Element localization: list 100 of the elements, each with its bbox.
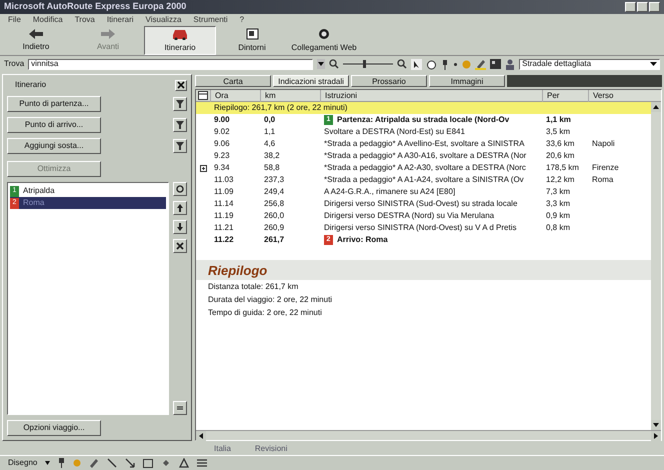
time-cell-text: 11.09 xyxy=(213,186,234,198)
people-icon[interactable] xyxy=(505,58,516,70)
toolbar-button[interactable]: Collegamenti Web xyxy=(288,26,360,55)
direction-cell: Firenze xyxy=(592,163,619,172)
instruction-cell: Dirigersi verso DESTRA (Nord) su Via Merulana xyxy=(324,210,494,222)
pin-icon[interactable] xyxy=(441,58,450,70)
menu-item[interactable]: Strumenti xyxy=(193,14,228,26)
time-cell-text: 9.34 xyxy=(213,162,231,174)
drawing-menu-button[interactable]: Disegno xyxy=(8,457,38,469)
distance-cell-text: 256,8 xyxy=(263,198,286,210)
instruction-cell: *Strada a pedaggio* A A2-A30, svoltare a DESTRA (Norc xyxy=(324,162,526,174)
map-style-dropdown[interactable]: Stradale dettagliata xyxy=(519,58,660,70)
forward-arrow-icon xyxy=(101,28,115,38)
instruction-cell: *Strada a pedaggio* A A1-A24, svoltare a SINISTRA (Ov xyxy=(324,174,524,186)
itinerary-button[interactable]: Punto di arrivo... xyxy=(7,117,101,133)
delete-button[interactable] xyxy=(173,239,187,253)
tab[interactable]: Prossario xyxy=(351,75,427,87)
find-field[interactable]: vinnitsa xyxy=(28,58,314,70)
time-cell-text: 9.02 xyxy=(213,126,231,138)
summary-row: Riepilogo: 261,7 km (2 ore, 22 minuti) xyxy=(196,102,651,114)
distance-cell-text: 237,3 xyxy=(263,174,286,186)
distance-cell-text: 261,7 xyxy=(263,234,286,246)
time-cell-text: 9.06 xyxy=(213,138,231,150)
line-icon[interactable] xyxy=(107,458,118,468)
minimize-button[interactable] xyxy=(625,2,636,12)
instruction-cell: *Strada a pedaggio* A A30-A16, svoltare a DESTRA (Nor xyxy=(324,150,526,162)
itinerary-button[interactable]: Aggiungi sosta... xyxy=(7,138,101,154)
scroll-left-icon[interactable] xyxy=(196,430,206,440)
dot-icon[interactable] xyxy=(453,62,458,66)
recap-line: Tempo di guida: 2 ore, 22 minuti xyxy=(207,306,323,319)
maximize-button[interactable] xyxy=(637,2,648,12)
instruction-cell: Dirigersi verso SINISTRA (Nord-Ovest) su V A d Pretis xyxy=(324,222,516,234)
distance-cell-text: 260,0 xyxy=(263,210,286,222)
pointer-icon[interactable] xyxy=(411,58,422,70)
scroll-right-icon[interactable] xyxy=(651,430,661,440)
zoom-slider-icon[interactable] xyxy=(343,59,394,69)
flag-button[interactable] xyxy=(173,118,187,132)
caret-icon[interactable] xyxy=(45,461,50,465)
toolbar-button[interactable]: Dintorni xyxy=(216,26,288,55)
leg-distance-cell: 3,3 km xyxy=(546,199,570,208)
recap-line: Distanza totale: 261,7 km xyxy=(207,280,300,292)
toolbar-button[interactable]: Indietro xyxy=(0,26,72,55)
move-up-button[interactable] xyxy=(173,201,187,215)
leg-distance-cell: 20,6 km xyxy=(546,151,574,160)
down-arrow-icon xyxy=(176,223,184,231)
window-title: Microsoft AutoRoute Express Europa 2000 xyxy=(4,0,188,14)
panel-title: Itinerario xyxy=(14,79,46,91)
close-panel-button[interactable] xyxy=(175,80,187,90)
menu-item[interactable]: ? xyxy=(240,14,244,26)
menu-item[interactable]: Modifica xyxy=(32,14,63,26)
distance-cell-text: 58,8 xyxy=(263,162,281,174)
itinerary-button[interactable]: Punto di partenza... xyxy=(7,96,101,112)
pin-icon[interactable] xyxy=(58,458,66,468)
menu-item[interactable]: Itinerari xyxy=(106,14,134,26)
tab[interactable]: Immagini xyxy=(429,75,505,87)
instruction-cell: Partenza: Atripalda su strada locale (Nord-Ov xyxy=(337,114,510,126)
distance-cell-text: 1,1 xyxy=(263,126,276,138)
dropdown-arrow-icon xyxy=(650,60,657,68)
zoom-out-icon[interactable] xyxy=(329,59,340,69)
menu-item[interactable]: File xyxy=(8,14,21,26)
close-button[interactable] xyxy=(649,2,660,12)
x-icon xyxy=(176,242,184,250)
direction-cell: Roma xyxy=(592,175,614,184)
leg-distance-cell: 178,5 km xyxy=(546,163,579,172)
status-text: Revisioni xyxy=(254,443,288,455)
line-style-icon[interactable] xyxy=(197,458,208,468)
find-label: Trova xyxy=(4,58,24,70)
leg-distance-cell: 7,3 km xyxy=(546,187,570,196)
time-cell-text: 11.19 xyxy=(213,210,234,222)
time-cell-text: 9.00 xyxy=(213,114,231,126)
zoom-in-icon[interactable] xyxy=(397,59,408,69)
trip-options-button[interactable]: Opzioni viaggio... xyxy=(7,420,101,436)
flag-button[interactable] xyxy=(173,139,187,153)
distance-cell-text: 249,4 xyxy=(263,186,286,198)
tab[interactable]: Indicazioni stradali xyxy=(273,75,349,87)
status-text: Italia xyxy=(214,443,231,455)
scroll-up-icon[interactable] xyxy=(651,102,661,112)
menu-item[interactable]: Visualizza xyxy=(146,14,182,26)
distance-cell-text: 0,0 xyxy=(263,114,276,126)
instruction-cell: A A24-G.R.A., rimanere su A24 [E80] xyxy=(324,186,456,198)
arrow-icon[interactable] xyxy=(125,458,136,468)
scroll-down-icon[interactable] xyxy=(651,420,661,430)
dropdown-arrow-icon[interactable] xyxy=(317,59,326,69)
expand-icon[interactable] xyxy=(200,164,206,172)
tab[interactable]: Carta xyxy=(195,75,271,87)
locate-button[interactable] xyxy=(173,182,187,196)
rectangle-icon[interactable] xyxy=(143,458,154,468)
swap-button[interactable] xyxy=(173,401,187,415)
menu-item[interactable]: Trova xyxy=(74,14,95,26)
time-cell-text: 11.14 xyxy=(213,198,234,210)
leg-distance-cell: 1,1 km xyxy=(546,115,571,124)
flag-button[interactable] xyxy=(173,97,187,111)
time-cell-text: 11.21 xyxy=(213,222,234,234)
move-down-button[interactable] xyxy=(173,220,187,234)
toolbar-button[interactable]: Itinerario xyxy=(144,26,216,55)
stop-name: Roma xyxy=(23,197,44,209)
close-icon xyxy=(177,81,185,89)
leg-distance-cell: 33,6 km xyxy=(546,139,574,148)
time-cell-text: 9.23 xyxy=(213,150,231,162)
leg-distance-cell: 0,8 km xyxy=(546,223,570,232)
